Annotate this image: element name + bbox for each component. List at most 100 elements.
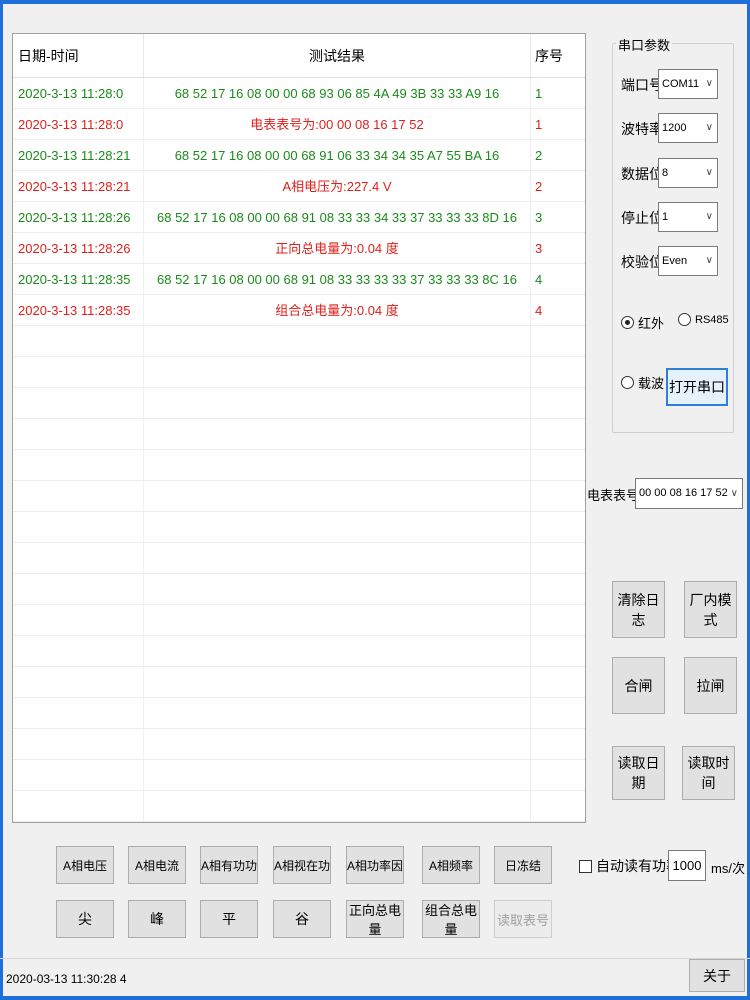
- open-port-button[interactable]: 打开串口: [666, 368, 728, 406]
- stopbits-select[interactable]: 1 ∨: [658, 202, 718, 232]
- column-header-seq[interactable]: 序号: [531, 46, 583, 66]
- empty-log-row: [13, 512, 585, 543]
- checkbox-icon: [579, 859, 592, 873]
- stopbits-label: 停止位: [621, 210, 663, 226]
- baud-value: 1200: [662, 122, 687, 134]
- databits-select[interactable]: 8 ∨: [658, 158, 718, 188]
- log-cell-result: 正向总电量为:0.04 度: [143, 233, 531, 263]
- a-phase-voltage-button[interactable]: A相电压: [56, 846, 114, 884]
- meter-number-select[interactable]: 00 00 08 16 17 52 ∨: [635, 478, 743, 509]
- log-row[interactable]: 2020-3-13 11:28:21 A相电压为:227.4 V2: [13, 171, 585, 202]
- clear-log-button[interactable]: 清除日志: [612, 581, 665, 638]
- log-cell-seq: 4: [535, 271, 543, 287]
- a-phase-current-button[interactable]: A相电流: [128, 846, 186, 884]
- log-cell-seq: 2: [535, 147, 543, 163]
- column-header-date[interactable]: 日期-时间: [13, 46, 143, 66]
- read-date-button[interactable]: 读取日期: [612, 746, 665, 800]
- empty-log-row: [13, 543, 585, 574]
- auto-read-checkbox[interactable]: 自动读有功率: [579, 856, 680, 876]
- status-text: 2020-03-13 11:30:28 4: [6, 972, 127, 986]
- a-phase-active-power-button[interactable]: A相有功功: [200, 846, 258, 884]
- baud-select[interactable]: 1200 ∨: [658, 113, 718, 143]
- empty-log-row: [13, 605, 585, 636]
- tariff-sharp-button[interactable]: 尖: [56, 900, 114, 938]
- chevron-down-icon: ∨: [705, 122, 713, 133]
- log-cell-seq: 1: [535, 85, 543, 101]
- databits-value: 8: [662, 167, 669, 179]
- log-row[interactable]: 2020-3-13 11:28:35 组合总电量为:0.04 度4: [13, 295, 585, 326]
- empty-log-row: [13, 574, 585, 605]
- radio-unselected-icon: [621, 376, 634, 389]
- log-table-body: 2020-3-13 11:28:0 68 52 17 16 08 00 00 68…: [13, 78, 585, 822]
- column-header-result[interactable]: 测试结果: [143, 34, 531, 77]
- a-phase-power-factor-button[interactable]: A相功率因: [346, 846, 404, 884]
- radio-infrared[interactable]: 红外: [621, 313, 664, 332]
- chevron-down-icon: ∨: [705, 211, 713, 222]
- radio-infrared-label: 红外: [638, 316, 665, 331]
- open-switch-button[interactable]: 拉闸: [684, 657, 737, 714]
- radio-unselected-icon: [678, 313, 691, 326]
- log-table[interactable]: 日期-时间 测试结果 序号 2020-3-13 11:28:0 68 52 17 …: [12, 33, 586, 823]
- parity-select[interactable]: Even ∨: [658, 246, 718, 276]
- empty-log-row: [13, 388, 585, 419]
- empty-log-row: [13, 450, 585, 481]
- log-row[interactable]: 2020-3-13 11:28:21 68 52 17 16 08 00 00 6…: [13, 140, 585, 171]
- log-cell-seq: 3: [535, 209, 543, 225]
- empty-log-row: [13, 357, 585, 388]
- chevron-down-icon: ∨: [730, 488, 738, 499]
- read-time-button[interactable]: 读取时间: [682, 746, 735, 800]
- daily-freeze-button[interactable]: 日冻结: [494, 846, 552, 884]
- factory-mode-button[interactable]: 厂内模式: [684, 581, 737, 638]
- log-table-header: 日期-时间 测试结果 序号: [13, 34, 585, 78]
- combined-total-energy-button[interactable]: 组合总电量: [422, 900, 480, 938]
- forward-total-energy-button[interactable]: 正向总电量: [346, 900, 404, 938]
- databits-label: 数据位: [621, 166, 663, 182]
- empty-log-row: [13, 636, 585, 667]
- serial-params-title: 串口参数: [616, 35, 673, 54]
- log-cell-date: 2020-3-13 11:28:21: [18, 147, 131, 163]
- port-select[interactable]: COM11 ∨: [658, 69, 718, 99]
- tariff-valley-button[interactable]: 谷: [273, 900, 331, 938]
- tariff-flat-button[interactable]: 平: [200, 900, 258, 938]
- empty-log-row: [13, 698, 585, 729]
- chevron-down-icon: ∨: [705, 255, 713, 266]
- parity-label: 校验位: [621, 254, 663, 270]
- interval-unit: ms/次: [711, 861, 745, 876]
- log-cell-seq: 3: [535, 240, 543, 256]
- baud-label: 波特率: [621, 121, 663, 137]
- log-row[interactable]: 2020-3-13 11:28:0 68 52 17 16 08 00 00 68…: [13, 78, 585, 109]
- empty-log-row: [13, 419, 585, 450]
- empty-log-row: [13, 791, 585, 822]
- stopbits-value: 1: [662, 211, 669, 223]
- radio-carrier-label: 载波: [638, 376, 665, 391]
- radio-rs485[interactable]: RS485: [678, 313, 729, 326]
- interval-input[interactable]: 1000: [668, 850, 706, 881]
- log-row[interactable]: 2020-3-13 11:28:0 电表表号为:00 00 08 16 17 52…: [13, 109, 585, 140]
- meter-number-value: 00 00 08 16 17 52: [639, 487, 728, 499]
- a-phase-apparent-power-button[interactable]: A相视在功: [273, 846, 331, 884]
- parity-value: Even: [662, 255, 688, 267]
- close-switch-button[interactable]: 合闸: [612, 657, 665, 714]
- log-cell-seq: 4: [535, 302, 543, 318]
- log-cell-result: 68 52 17 16 08 00 00 68 93 06 85 4A 49 3…: [143, 78, 531, 108]
- port-value: COM11: [662, 78, 700, 90]
- log-cell-result: 68 52 17 16 08 00 00 68 91 08 33 33 34 3…: [143, 202, 531, 232]
- log-cell-result: 68 52 17 16 08 00 00 68 91 08 33 33 33 3…: [143, 264, 531, 294]
- radio-selected-icon: [621, 316, 634, 329]
- log-cell-date: 2020-3-13 11:28:26: [18, 240, 131, 256]
- empty-log-row: [13, 481, 585, 512]
- log-cell-date: 2020-3-13 11:28:35: [18, 302, 131, 318]
- log-row[interactable]: 2020-3-13 11:28:35 68 52 17 16 08 00 00 6…: [13, 264, 585, 295]
- empty-log-row: [13, 667, 585, 698]
- log-row[interactable]: 2020-3-13 11:28:26 正向总电量为:0.04 度3: [13, 233, 585, 264]
- read-meter-number-button[interactable]: 读取表号: [494, 900, 552, 938]
- radio-carrier[interactable]: 载波: [621, 373, 664, 392]
- log-row[interactable]: 2020-3-13 11:28:26 68 52 17 16 08 00 00 6…: [13, 202, 585, 233]
- a-phase-frequency-button[interactable]: A相频率: [422, 846, 480, 884]
- tariff-peak-button[interactable]: 峰: [128, 900, 186, 938]
- window-bottom-border: [0, 996, 750, 1000]
- empty-log-row: [13, 326, 585, 357]
- empty-log-row: [13, 760, 585, 791]
- log-cell-date: 2020-3-13 11:28:0: [18, 85, 124, 101]
- about-button[interactable]: 关于: [689, 959, 745, 992]
